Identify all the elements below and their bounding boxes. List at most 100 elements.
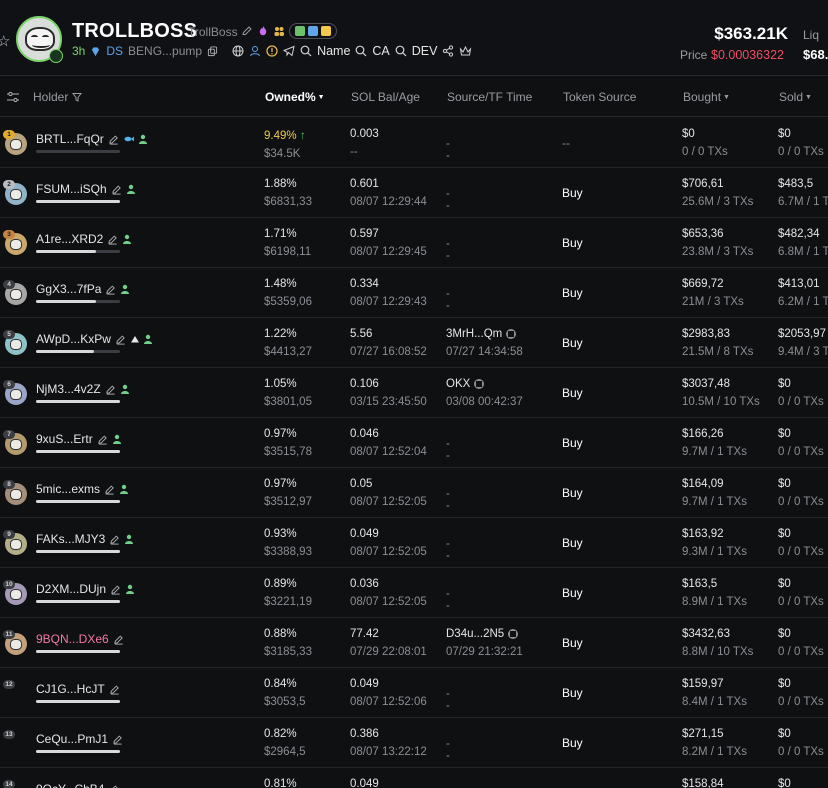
holder-cell[interactable]: NjM3...4v2Z xyxy=(36,382,130,396)
table-row[interactable]: 1 BRTL...FqQr 9.49% ↑ $34.5K 0.003 -- --… xyxy=(0,118,828,168)
edit-icon[interactable] xyxy=(109,534,120,545)
globe-icon[interactable] xyxy=(232,45,244,57)
sol-cell: 0.046 08/07 12:52:04 xyxy=(350,428,427,458)
search-name-label[interactable]: Name xyxy=(317,44,350,58)
holder-address[interactable]: BRTL...FqQr xyxy=(36,132,104,146)
edit-icon[interactable] xyxy=(110,584,121,595)
search-ca-icon[interactable] xyxy=(355,45,367,57)
holder-cell[interactable]: 9QcY...ChB4 xyxy=(36,782,123,788)
table-row[interactable]: 10 D2XM...DUjn 0.89% $3221,19 0.036 08/0… xyxy=(0,568,828,618)
share-icon[interactable] xyxy=(442,45,454,57)
holding-bar xyxy=(36,650,120,653)
contract-address[interactable]: BENG...pump xyxy=(128,44,202,58)
edit-icon[interactable] xyxy=(107,234,118,245)
table-row[interactable]: 3 A1re...XRD2 1.71% $6198,11 0.597 08/07… xyxy=(0,218,828,268)
search-name-icon[interactable] xyxy=(300,45,312,57)
table-row[interactable]: 8 5mic...exms 0.97% $3512,97 0.05 08/07 … xyxy=(0,468,828,518)
holder-cell[interactable]: A1re...XRD2 xyxy=(36,232,132,246)
holder-address[interactable]: 5mic...exms xyxy=(36,482,100,496)
favorite-star-icon[interactable]: ☆ xyxy=(0,32,10,50)
sold-cell: $0 0 / 0 TXs xyxy=(778,628,824,658)
holder-cell[interactable]: GgX3...7fPa xyxy=(36,282,130,296)
holder-cell[interactable]: 9BQN...DXe6 xyxy=(36,632,128,646)
warning-icon[interactable] xyxy=(266,45,278,57)
col-sol-bal[interactable]: SOL Bal/Age xyxy=(351,90,420,104)
edit-icon[interactable] xyxy=(109,684,120,695)
holder-address[interactable]: AWpD...KxPw xyxy=(36,332,111,346)
table-row[interactable]: 11 9BQN...DXe6 0.88% $3185,33 77.42 07/2… xyxy=(0,618,828,668)
holder-cell[interactable]: AWpD...KxPw xyxy=(36,332,153,346)
crown-icon[interactable] xyxy=(459,45,472,57)
edit-icon[interactable] xyxy=(105,284,116,295)
holder-address[interactable]: A1re...XRD2 xyxy=(36,232,103,246)
holder-cell[interactable]: 9xuS...Ertr xyxy=(36,432,122,446)
edit-icon[interactable] xyxy=(104,484,115,495)
edit-icon[interactable] xyxy=(111,184,122,195)
holder-address[interactable]: D2XM...DUjn xyxy=(36,582,106,596)
holder-cell[interactable]: FAKs...MJY3 xyxy=(36,532,134,546)
table-row[interactable]: 7 9xuS...Ertr 0.97% $3515,78 0.046 08/07… xyxy=(0,418,828,468)
ds-label[interactable]: DS xyxy=(106,44,123,58)
edit-icon[interactable] xyxy=(105,384,116,395)
table-row[interactable]: 2 FSUM...iSQh 1.88% $6831,33 0.601 08/07… xyxy=(0,168,828,218)
holder-address[interactable]: CeQu...PmJ1 xyxy=(36,732,108,746)
search-dev-icon[interactable] xyxy=(395,45,407,57)
col-holder[interactable]: Holder xyxy=(33,90,82,104)
holder-address[interactable]: CJ1G...HcJT xyxy=(36,682,105,696)
holder-address[interactable]: FAKs...MJY3 xyxy=(36,532,105,546)
edit-icon[interactable] xyxy=(112,734,123,745)
filter-settings-icon[interactable] xyxy=(6,91,20,103)
bought-txs: 8.9M / 1 TXs xyxy=(682,596,747,608)
edit-icon[interactable] xyxy=(113,634,124,645)
source-cell: 3MrH...Qm 07/27 14:34:58 xyxy=(446,328,523,358)
source-wallet[interactable]: D34u...2N5 xyxy=(446,628,504,640)
table-row[interactable]: 6 NjM3...4v2Z 1.05% $3801,05 0.106 03/15… xyxy=(0,368,828,418)
col-source[interactable]: Source/TF Time xyxy=(447,90,532,104)
holder-address[interactable]: NjM3...4v2Z xyxy=(36,382,101,396)
source-wallet[interactable]: 3MrH...Qm xyxy=(446,328,502,340)
holding-bar xyxy=(36,550,120,553)
copy-icon[interactable] xyxy=(207,45,218,57)
col-owned[interactable]: Owned% ▼ xyxy=(265,90,325,104)
edit-icon[interactable] xyxy=(241,25,253,37)
owned-cell: 1.88% $6831,33 xyxy=(264,178,312,208)
table-row[interactable]: 5 AWpD...KxPw 1.22% $4413,27 5.56 07/27 … xyxy=(0,318,828,368)
holder-cell[interactable]: FSUM...iSQh xyxy=(36,182,136,196)
owned-usd: $4413,27 xyxy=(264,346,312,358)
table-row[interactable]: 14 9QcY...ChB4 0.81% 0.049 $158,84 $0 xyxy=(0,768,828,788)
source-wallet: -- xyxy=(446,438,450,462)
sol-balance: 0.05 xyxy=(350,478,373,490)
holder-address[interactable]: GgX3...7fPa xyxy=(36,282,101,296)
edit-icon[interactable] xyxy=(108,784,119,788)
holder-filter-icon[interactable] xyxy=(71,92,82,102)
table-row[interactable]: 13 CeQu...PmJ1 0.82% $2964,5 0.386 08/07… xyxy=(0,718,828,768)
sold-cell: $0 xyxy=(778,778,791,788)
holder-cell[interactable]: 5mic...exms xyxy=(36,482,129,496)
holder-cell[interactable]: CeQu...PmJ1 xyxy=(36,732,127,746)
source-wallet[interactable]: OKX xyxy=(446,378,470,390)
holder-address[interactable]: FSUM...iSQh xyxy=(36,182,107,196)
search-dev-label[interactable]: DEV xyxy=(412,44,438,58)
table-row[interactable]: 12 CJ1G...HcJT 0.84% $3053,5 0.049 08/07… xyxy=(0,668,828,718)
holder-tags xyxy=(120,384,130,394)
sol-cell: 0.597 08/07 12:29:45 xyxy=(350,228,427,258)
holder-address[interactable]: 9xuS...Ertr xyxy=(36,432,93,446)
holder-address[interactable]: 9QcY...ChB4 xyxy=(36,782,104,788)
holder-address[interactable]: 9BQN...DXe6 xyxy=(36,632,109,646)
edit-icon[interactable] xyxy=(115,334,126,345)
holder-cell[interactable]: D2XM...DUjn xyxy=(36,582,135,596)
source-wallet: -- xyxy=(446,688,450,712)
edit-icon[interactable] xyxy=(108,134,119,145)
telegram-icon[interactable] xyxy=(283,45,295,57)
col-token-source[interactable]: Token Source xyxy=(563,90,636,104)
table-row[interactable]: 4 GgX3...7fPa 1.48% $5359,06 0.334 08/07… xyxy=(0,268,828,318)
search-ca-label[interactable]: CA xyxy=(372,44,389,58)
user-icon[interactable] xyxy=(249,45,261,57)
col-sold[interactable]: Sold ▼ xyxy=(779,90,812,104)
table-row[interactable]: 9 FAKs...MJY3 0.93% $3388,93 0.049 08/07… xyxy=(0,518,828,568)
holder-cell[interactable]: BRTL...FqQr xyxy=(36,132,148,146)
holder-cell[interactable]: CJ1G...HcJT xyxy=(36,682,124,696)
edit-icon[interactable] xyxy=(97,434,108,445)
holding-bar xyxy=(36,300,120,303)
col-bought[interactable]: Bought ▼ xyxy=(683,90,730,104)
